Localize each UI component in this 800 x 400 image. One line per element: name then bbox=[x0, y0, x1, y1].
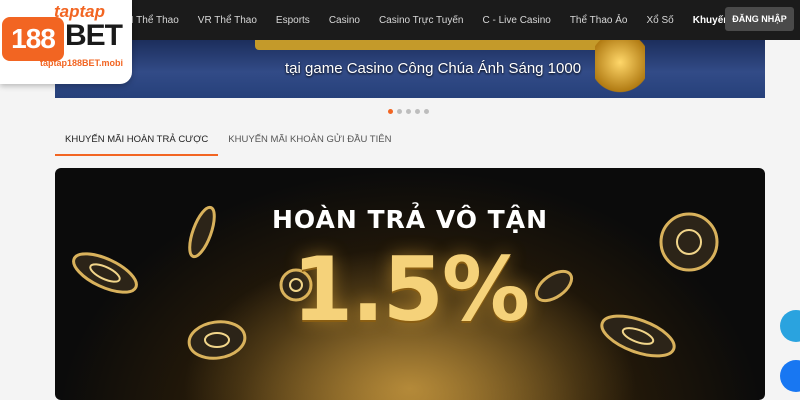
promo-percentage: 1.5% bbox=[291, 238, 530, 341]
carousel-dots bbox=[388, 109, 433, 114]
carousel-dot-1[interactable] bbox=[388, 109, 393, 114]
nav-item-esports[interactable]: Esports bbox=[276, 15, 310, 26]
carousel-dot-5[interactable] bbox=[424, 109, 429, 114]
promo-banner[interactable]: HOÀN TRẢ VÔ TẬN 1.5% bbox=[55, 168, 765, 400]
logo-bet-text: BET bbox=[65, 19, 123, 52]
nav-item-casino[interactable]: Casino bbox=[329, 15, 360, 26]
promo-tabs: KHUYẾN MÃI HOÀN TRẢ CƯỢC KHUYẾN MÃI KHOẢ… bbox=[55, 124, 401, 156]
nav-item-vr-the-thao[interactable]: VR Thể Thao bbox=[198, 15, 257, 26]
logo-number-badge: 188 bbox=[2, 17, 64, 61]
main-nav: BTI Thể Thao VR Thể Thao Esports Casino … bbox=[118, 0, 768, 40]
carousel-dot-4[interactable] bbox=[415, 109, 420, 114]
nav-item-the-thao-ao[interactable]: Thể Thao Ảo bbox=[570, 15, 628, 26]
promo-title: HOÀN TRẢ VÔ TẬN bbox=[271, 205, 549, 234]
tab-hoan-tra-cuoc[interactable]: KHUYẾN MÃI HOÀN TRẢ CƯỢC bbox=[55, 124, 219, 156]
carousel-dot-3[interactable] bbox=[406, 109, 411, 114]
telegram-icon[interactable] bbox=[780, 310, 800, 342]
messenger-icon[interactable] bbox=[780, 360, 800, 392]
banner-caption: tại game Casino Công Chúa Ánh Sáng 1000 bbox=[285, 60, 582, 77]
carousel-dot-2[interactable] bbox=[397, 109, 402, 114]
nav-item-xo-so[interactable]: Xổ Số bbox=[646, 15, 673, 26]
tab-khoan-gui-dau-tien[interactable]: KHUYẾN MÃI KHOẢN GỬI ĐẦU TIÊN bbox=[218, 124, 401, 156]
banner-gold-frame bbox=[255, 40, 625, 50]
carousel-banner[interactable]: tại game Casino Công Chúa Ánh Sáng 1000 bbox=[55, 40, 765, 98]
nav-item-live-casino[interactable]: C - Live Casino bbox=[482, 15, 550, 26]
banner-gold-decoration bbox=[595, 40, 645, 96]
nav-item-casino-truc-tuyen[interactable]: Casino Trực Tuyến bbox=[379, 15, 464, 26]
logo-url-text: taptap188BET.mobi bbox=[40, 58, 124, 68]
site-logo[interactable]: taptap 188 BET taptap188BET.mobi bbox=[0, 0, 132, 84]
login-button[interactable]: ĐĂNG NHẬP bbox=[725, 7, 794, 31]
